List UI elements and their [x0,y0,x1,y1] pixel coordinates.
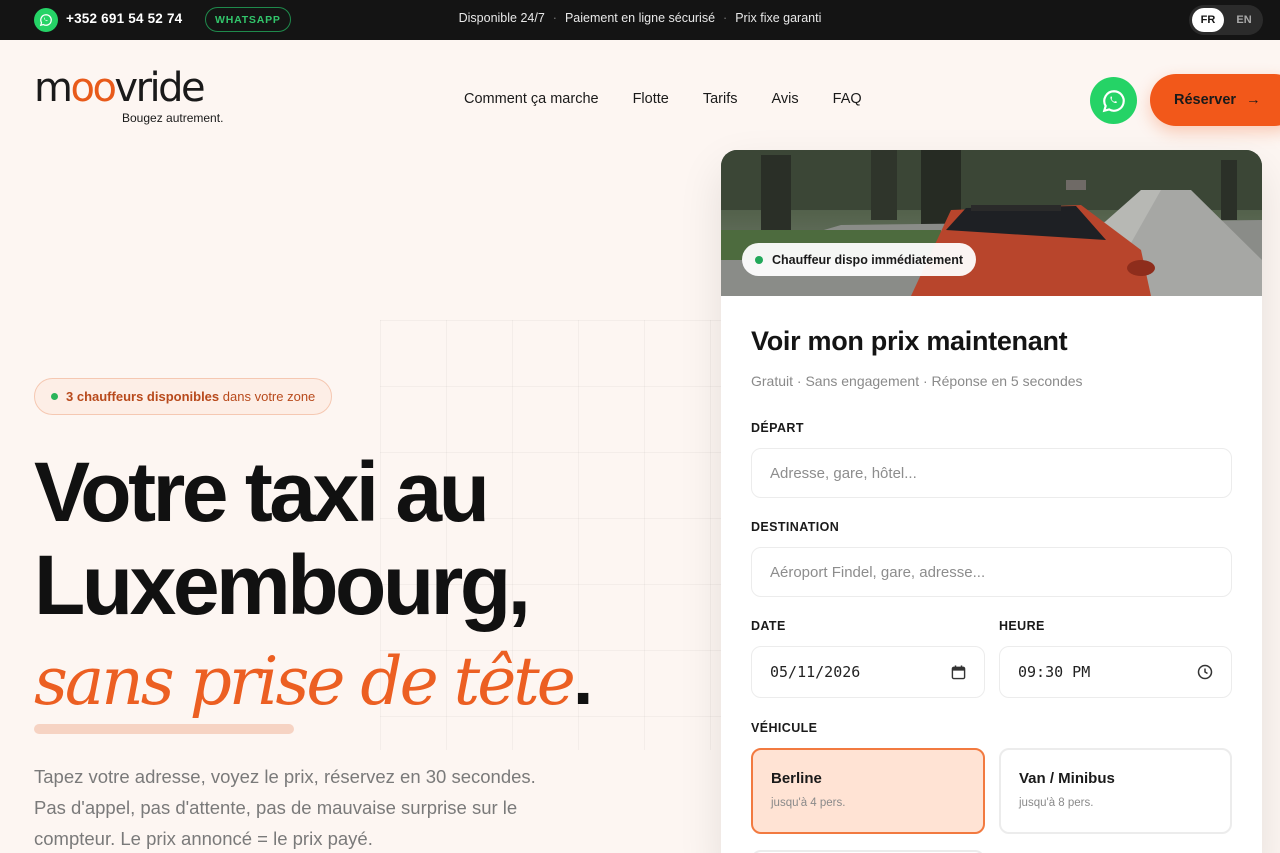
highlight-fixed-price: Prix fixe garanti [735,11,822,25]
nav-pricing[interactable]: Tarifs [703,91,738,107]
hero-accent-text: sans prise de tête [34,643,576,720]
time-picker[interactable]: 09:30 PM [999,646,1232,698]
top-bar: +352 691 54 52 74 WHATSAPP Disponible 24… [0,0,1280,40]
driver-available-badge: Chauffeur dispo immédiatement [742,243,976,276]
booking-card: Chauffeur dispo immédiatement Voir mon p… [721,150,1262,853]
reserve-label: Réserver [1174,92,1237,108]
hero-lead: Tapez votre adresse, voyez le prix, rése… [34,766,536,849]
driver-available-text: Chauffeur dispo immédiatement [772,252,963,267]
departure-label: DÉPART [751,421,804,435]
lang-fr-button[interactable]: FR [1192,8,1224,32]
vehicle-name: Van / Minibus [1019,770,1115,787]
date-label: DATE [751,619,786,633]
hero-title-line1: Votre taxi au [34,445,490,539]
accent-underline [34,724,294,734]
topbar-highlights: Disponible 24/7 · Paiement en ligne sécu… [0,11,1280,25]
calendar-icon[interactable] [951,664,966,680]
status-dot-icon [51,393,58,400]
date-picker[interactable]: 05/11/2026 [751,646,985,698]
destination-label: DESTINATION [751,520,840,534]
car-photo: Chauffeur dispo immédiatement [721,150,1262,296]
destination-input[interactable] [751,547,1232,597]
vehicle-capacity: jusqu'à 4 pers. [771,797,846,809]
logo-wordmark: m oo vride [34,64,206,112]
separator: · [552,11,557,25]
logo-part: m [34,65,73,111]
whatsapp-button[interactable] [1090,77,1137,124]
highlight-payment: Paiement en ligne sécurisé [564,11,716,25]
language-switcher: FR EN [1189,5,1263,35]
time-value: 09:30 PM [1018,663,1091,681]
lang-en-button[interactable]: EN [1228,8,1260,32]
logo[interactable]: m oo vride Bougez autrement. [34,64,223,125]
logo-accent: oo [70,65,116,111]
hero-title-accent: sans prise de tête. [34,636,593,725]
hero-title: Votre taxi au Luxembourg, [34,445,531,632]
availability-zone: dans votre zone [222,389,316,404]
availability-pill: 3 chauffeurs disponibles dans votre zone [34,378,333,415]
logo-part: vride [114,65,205,111]
booking-title: Voir mon prix maintenant [751,326,1068,356]
arrow-right-icon: → [1246,92,1261,108]
highlight-availability: Disponible 24/7 [458,11,545,25]
clock-icon[interactable] [1197,664,1213,680]
reserve-button[interactable]: Réserver → [1150,74,1280,126]
nav-reviews[interactable]: Avis [772,91,799,107]
hero-title-line2: Luxembourg, [34,538,531,632]
vehicle-option-sedan[interactable]: Berline jusqu'à 4 pers. [751,748,985,834]
main-nav: Comment ça marche Flotte Tarifs Avis FAQ [464,91,896,107]
whatsapp-icon [1102,89,1125,112]
vehicle-capacity: jusqu'à 8 pers. [1019,797,1094,809]
departure-input[interactable] [751,448,1232,498]
availability-count: 3 chauffeurs disponibles [66,389,220,404]
time-label: HEURE [999,619,1045,633]
status-dot-icon [755,255,763,264]
vehicle-option-van[interactable]: Van / Minibus jusqu'à 8 pers. [999,748,1232,834]
separator: · [723,11,728,25]
hero-title-period: . [572,637,593,720]
date-value: 05/11/2026 [770,663,861,681]
booking-subtitle: Gratuit · Sans engagement · Réponse en 5… [751,373,1083,389]
nav-faq[interactable]: FAQ [833,91,862,107]
vehicle-label: VÉHICULE [751,721,818,735]
nav-how-it-works[interactable]: Comment ça marche [464,91,599,107]
nav-fleet[interactable]: Flotte [633,91,669,107]
vehicle-name: Berline [771,770,822,787]
logo-tagline: Bougez autrement. [122,111,224,125]
